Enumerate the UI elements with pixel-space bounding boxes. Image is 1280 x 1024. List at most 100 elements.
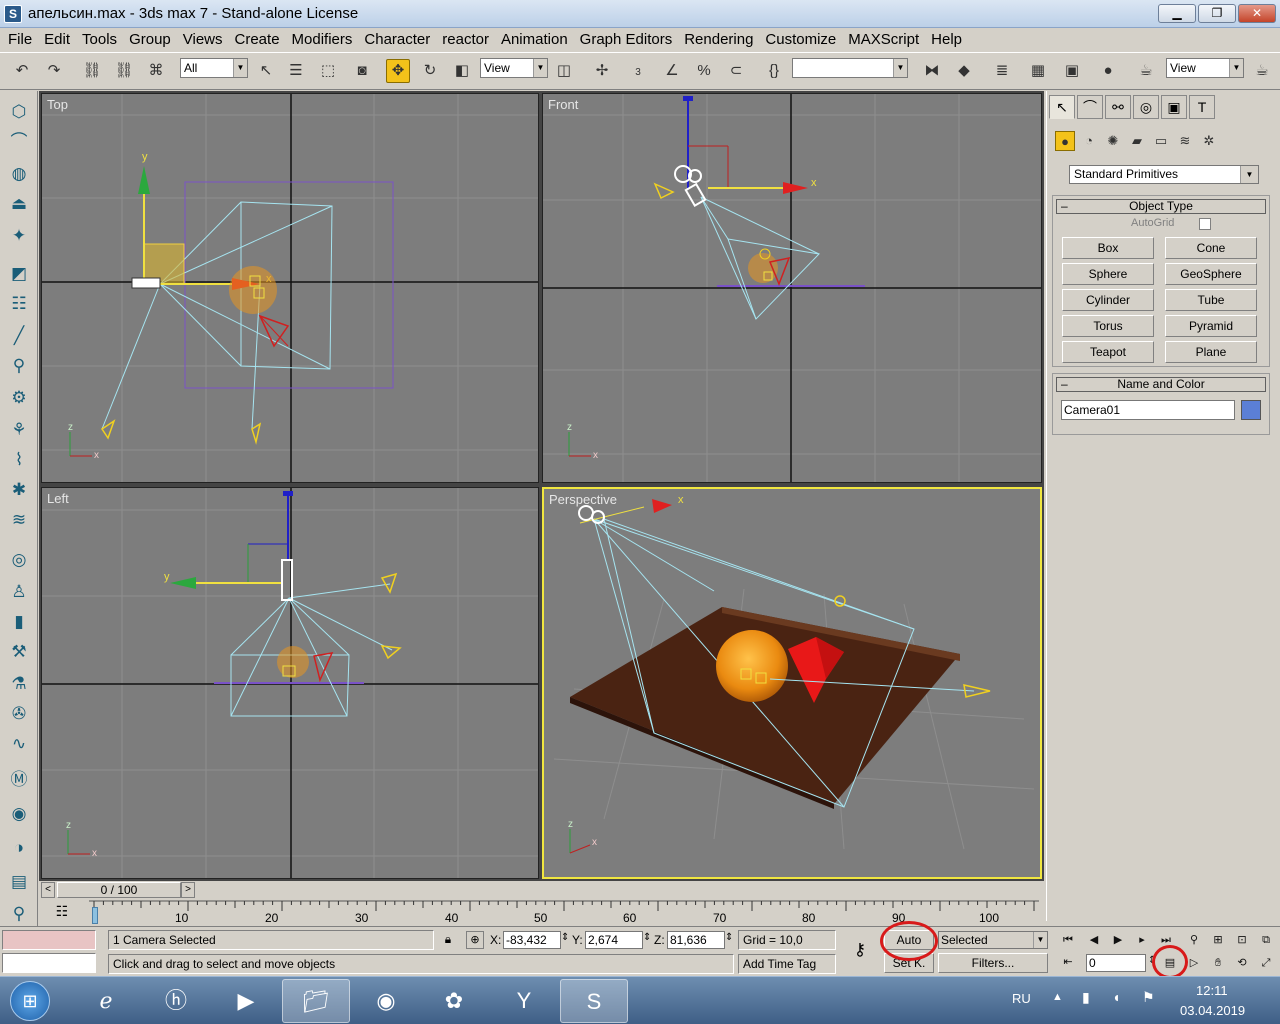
viewport-front[interactable]: x z x Front — [542, 93, 1042, 483]
menu-create[interactable]: Create — [229, 29, 286, 51]
menu-rendering[interactable]: Rendering — [678, 29, 759, 51]
display-tab-icon[interactable]: ▣ — [1161, 95, 1187, 119]
menu-edit[interactable]: Edit — [38, 29, 76, 51]
rendering-icon[interactable]: ◎ — [5, 547, 33, 573]
render-view-dropdown[interactable]: View ▼ — [1166, 58, 1244, 78]
ik-icon[interactable]: ⚗ — [5, 671, 33, 697]
teapot-button[interactable]: Teapot — [1062, 341, 1154, 363]
previous-frame-icon[interactable]: < — [41, 882, 55, 898]
zoom-icon[interactable]: ⚲ — [1184, 931, 1204, 949]
arc-rotate-icon[interactable]: ⟲ — [1232, 954, 1252, 972]
mini-curve-editor-icon[interactable]: ☷ — [53, 903, 71, 921]
reactor-icon[interactable]: ▮ — [5, 609, 33, 635]
clock-time[interactable]: 12:11 — [1196, 983, 1228, 998]
action-center-icon[interactable]: ⚑ — [1142, 989, 1155, 1006]
wave-icon[interactable]: ≋ — [5, 507, 33, 533]
y-spinner-icon[interactable]: ⇕ — [643, 932, 651, 943]
absolute-transform-icon[interactable]: ⊕ — [466, 931, 484, 949]
cone-button[interactable]: Cone — [1165, 237, 1257, 259]
menu-customize[interactable]: Customize — [759, 29, 842, 51]
key-filters-button[interactable]: Filters... — [938, 953, 1048, 973]
maxscript-input-field[interactable] — [2, 953, 96, 973]
hierarchy-tab-icon[interactable]: ⚯ — [1105, 95, 1131, 119]
material-editor-icon[interactable]: ● — [1096, 59, 1120, 83]
x-coordinate-input[interactable]: -83,432 — [503, 931, 561, 949]
nurbs-icon[interactable]: ⚲ — [5, 353, 33, 379]
curve-editor-icon[interactable]: ▦ — [1026, 59, 1050, 83]
previous-key-icon[interactable]: ◀︎ — [1084, 931, 1104, 949]
zoom-region-icon[interactable]: ⚲ — [5, 901, 33, 927]
mirror-icon[interactable]: ⧓ — [920, 59, 944, 83]
maxscript-listener-field[interactable] — [2, 930, 96, 950]
yandex-browser-icon[interactable]: Y — [490, 979, 558, 1023]
y-coordinate-input[interactable]: 2,674 — [585, 931, 643, 949]
shapes-icon[interactable]: ⌒ — [5, 129, 33, 155]
x-spinner-icon[interactable]: ⇕ — [561, 932, 569, 943]
clock-date[interactable]: 03.04.2019 — [1180, 1003, 1245, 1018]
menu-help[interactable]: Help — [925, 29, 968, 51]
shapes-category-icon[interactable]: ◔ — [1079, 131, 1099, 151]
lights-category-icon[interactable]: ✺ — [1103, 131, 1123, 151]
zoom-all-icon[interactable]: ⊞ — [1208, 931, 1228, 949]
quick-render-icon[interactable]: ☕ — [1250, 59, 1274, 83]
menu-file[interactable]: File — [2, 29, 38, 51]
pyramid-button[interactable]: Pyramid — [1165, 315, 1257, 337]
globe-icon[interactable]: ◑ — [5, 835, 33, 861]
minimize-button[interactable]: ▁ — [1158, 4, 1196, 23]
select-object-icon[interactable]: ↖ — [254, 59, 278, 83]
primitive-category-dropdown[interactable]: Standard Primitives ▼ — [1069, 165, 1259, 184]
schematic-view-icon[interactable]: ▣ — [1060, 59, 1084, 83]
key-icon[interactable]: ⚷ — [846, 940, 874, 960]
tray-expand-icon[interactable]: ▲ — [1052, 991, 1063, 1003]
menu-views[interactable]: Views — [177, 29, 229, 51]
z-spinner-icon[interactable]: ⇕ — [725, 932, 733, 943]
time-slider-thumb[interactable]: 0 / 100 — [57, 882, 181, 898]
z-coordinate-input[interactable]: 81,636 — [667, 931, 725, 949]
select-and-link-icon[interactable]: ⛓ — [80, 59, 104, 83]
file-explorer-icon[interactable]: 📁︎ — [282, 979, 350, 1023]
edit-named-selection-icon[interactable]: {} — [762, 59, 786, 83]
patch-icon[interactable]: ╱ — [5, 323, 33, 349]
unlink-icon[interactable]: ⛓ — [112, 59, 136, 83]
network-icon[interactable]: ▮ — [1082, 989, 1090, 1006]
geosphere-button[interactable]: GeoSphere — [1165, 263, 1257, 285]
wheel-icon[interactable]: ✇ — [5, 701, 33, 727]
particles-icon[interactable]: ☷ — [5, 291, 33, 317]
menu-reactor[interactable]: reactor — [436, 29, 495, 51]
key-mode-dropdown[interactable]: Selected ▼ — [938, 931, 1048, 949]
angle-snap-icon[interactable]: ∠ — [660, 59, 684, 83]
maximize-viewport-icon[interactable]: ⤢ — [1256, 954, 1276, 972]
viewport-label-left[interactable]: Left — [47, 491, 69, 506]
current-time-marker[interactable] — [92, 907, 98, 924]
maximize-button[interactable]: ❐ — [1198, 4, 1236, 23]
menu-character[interactable]: Character — [358, 29, 436, 51]
zoom-extents-icon[interactable]: ⊡ — [1232, 931, 1252, 949]
plane-button[interactable]: Plane — [1165, 341, 1257, 363]
pan-hand-icon[interactable]: ✋︎ — [1208, 954, 1228, 972]
manipulate-icon[interactable]: ✢ — [590, 59, 614, 83]
select-and-rotate-icon[interactable]: ↻ — [418, 59, 442, 83]
bones-icon[interactable]: ⚒ — [5, 639, 33, 665]
internet-explorer-icon[interactable]: ℯ — [72, 979, 140, 1023]
object-color-swatch[interactable] — [1241, 400, 1261, 420]
systems-category-icon[interactable]: ✲ — [1199, 131, 1219, 151]
paint-icon[interactable]: ✿ — [420, 979, 488, 1023]
cylinder-button[interactable]: Cylinder — [1062, 289, 1154, 311]
object-name-input[interactable] — [1061, 400, 1235, 420]
space-warps-category-icon[interactable]: ≋ — [1175, 131, 1195, 151]
pivot-center-icon[interactable]: ◫ — [552, 59, 576, 83]
space-warps-icon[interactable]: ⚘ — [5, 417, 33, 443]
helpers-icon[interactable]: ✦ — [5, 223, 33, 249]
rectangular-selection-icon[interactable]: ⬚ — [316, 59, 340, 83]
helpers-category-icon[interactable]: ▭ — [1151, 131, 1171, 151]
menu-group[interactable]: Group — [123, 29, 177, 51]
sphere-button[interactable]: Sphere — [1062, 263, 1154, 285]
next-key-icon[interactable]: ▸ — [1132, 931, 1152, 949]
lights-icon[interactable]: ⏏ — [5, 191, 33, 217]
snap-toggle-icon[interactable]: 3 — [626, 59, 650, 83]
modeling-icon[interactable]: ✱ — [5, 477, 33, 503]
modifiers-icon[interactable]: ⌇ — [5, 447, 33, 473]
cameras-category-icon[interactable]: ▰ — [1127, 131, 1147, 151]
mascript-icon[interactable]: Ⓜ — [5, 767, 33, 793]
named-selection-dropdown[interactable]: ▼ — [792, 58, 908, 78]
